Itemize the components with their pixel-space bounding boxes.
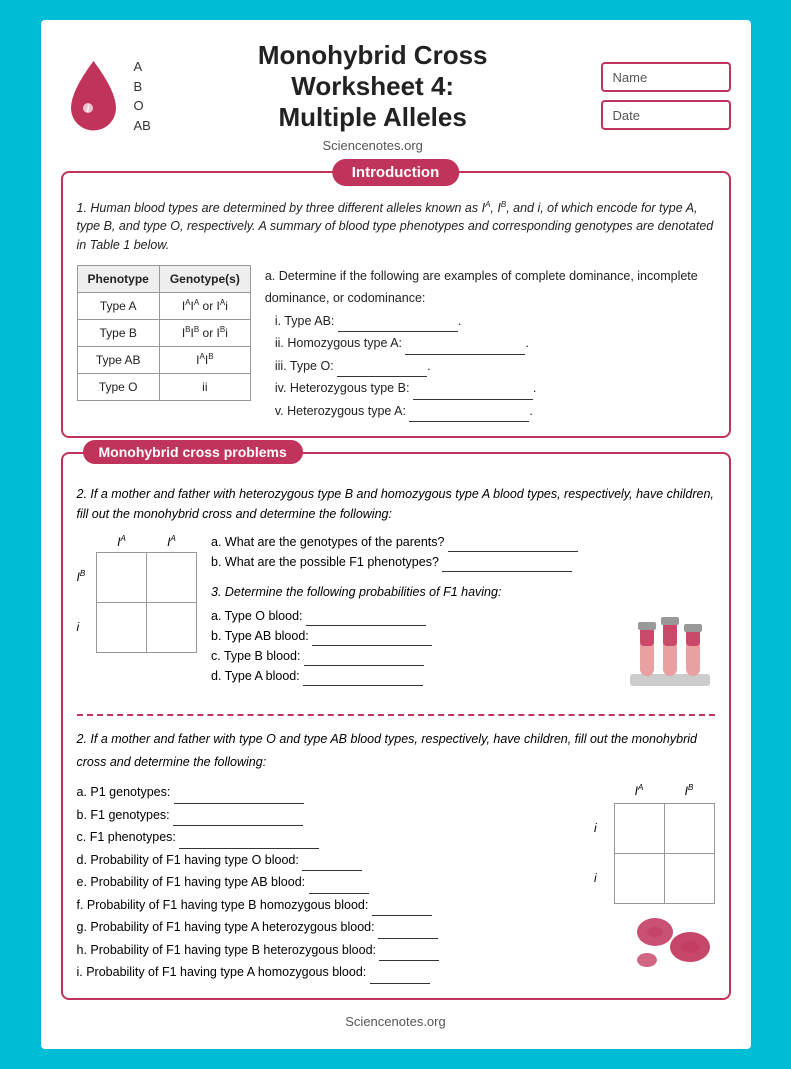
problem2-inner: a. P1 genotypes: b. F1 genotypes: c. F1 … bbox=[77, 781, 715, 984]
worksheet-title: Monohybrid Cross Worksheet 4: Multiple A… bbox=[161, 40, 585, 134]
q-type-a-blood: d. Type A blood: bbox=[211, 666, 432, 686]
q-prob-a-hetero: g. Probability of F1 having type A heter… bbox=[77, 916, 581, 939]
blood-cells-icon bbox=[635, 912, 715, 972]
phenotype-ab: Type AB bbox=[77, 346, 159, 373]
q-prob-o: d. Probability of F1 having type O blood… bbox=[77, 849, 581, 872]
problem2-text: 2. If a mother and father with type O an… bbox=[77, 728, 715, 773]
problem1b-text: 3. Determine the following probabilities… bbox=[211, 582, 715, 602]
svg-text:i: i bbox=[86, 104, 89, 115]
blood-type-o: O bbox=[134, 96, 151, 116]
dominance-header: a. Determine if the following are exampl… bbox=[265, 265, 715, 310]
table-row: Type AB IAIB bbox=[77, 346, 250, 373]
q-genotypes-parents: a. What are the genotypes of the parents… bbox=[211, 532, 715, 552]
intro-content: 1. Human blood types are determined by t… bbox=[77, 199, 715, 423]
problem1-text: 2. If a mother and father with heterozyg… bbox=[77, 484, 715, 524]
blood-type-b: B bbox=[134, 77, 151, 97]
blood-type-a: A bbox=[134, 57, 151, 77]
q-f1-phenotypes: b. What are the possible F1 phenotypes? bbox=[211, 552, 715, 572]
phenotype-a: Type A bbox=[77, 292, 159, 319]
q-prob-b-homo: f. Probability of F1 having type B homoz… bbox=[77, 894, 581, 917]
q-type-b-blood: c. Type B blood: bbox=[211, 646, 432, 666]
phenotype-table-wrapper: Phenotype Genotype(s) Type A IAIA or IAi… bbox=[77, 265, 251, 423]
q-heterozygous-b: iv. Heterozygous type B: . bbox=[275, 377, 715, 400]
genotype-b: IBIB or IBi bbox=[159, 319, 250, 346]
intro-header: Introduction bbox=[332, 159, 459, 186]
test-tubes-icon bbox=[625, 606, 715, 696]
prob-questions-row: a. Type O blood: b. Type AB blood: c. Ty… bbox=[211, 606, 715, 702]
intro-paragraph: 1. Human blood types are determined by t… bbox=[77, 199, 715, 255]
phenotype-b: Type B bbox=[77, 319, 159, 346]
mono-content: 2. If a mother and father with heterozyg… bbox=[77, 484, 715, 984]
problem2-questions: a. P1 genotypes: b. F1 genotypes: c. F1 … bbox=[77, 781, 581, 984]
footer-website: Sciencenotes.org bbox=[345, 1014, 445, 1029]
punnett1-wrapper: IA IA IB i bbox=[77, 532, 198, 702]
name-box[interactable]: Name bbox=[601, 62, 731, 92]
dominance-questions: a. Determine if the following are exampl… bbox=[265, 265, 715, 423]
intro-body: Phenotype Genotype(s) Type A IAIA or IAi… bbox=[77, 265, 715, 423]
problem2-block: 2. If a mother and father with type O an… bbox=[77, 714, 715, 984]
q-type-ab-blood: b. Type AB blood: bbox=[211, 626, 432, 646]
website-subtitle: Sciencenotes.org bbox=[161, 138, 585, 153]
q-f1-genotypes: b. F1 genotypes: bbox=[77, 804, 581, 827]
genotype-o: ii bbox=[159, 373, 250, 400]
q-heterozygous-a: v. Heterozygous type A: . bbox=[275, 400, 715, 423]
test-tubes-decoration bbox=[625, 606, 715, 702]
prob-questions: a. Type O blood: b. Type AB blood: c. Ty… bbox=[211, 606, 432, 702]
problem1-row: IA IA IB i bbox=[77, 532, 715, 702]
table-row: Type B IBIB or IBi bbox=[77, 319, 250, 346]
q-prob-b-hetero: h. Probability of F1 having type B heter… bbox=[77, 939, 581, 962]
monohybrid-section: Monohybrid cross problems 2. If a mother… bbox=[61, 452, 731, 1000]
q-homozygous-a: ii. Homozygous type A: . bbox=[275, 332, 715, 355]
punnett1-table: IA IA IB i bbox=[77, 532, 198, 653]
punnett2-area: IA IB i i bbox=[594, 781, 715, 984]
monohybrid-header: Monohybrid cross problems bbox=[83, 440, 303, 464]
worksheet-page: i A B O AB Monohybrid Cross Worksheet 4:… bbox=[41, 20, 751, 1049]
q-prob-a-homo: i. Probability of F1 having type A homoz… bbox=[77, 961, 581, 984]
name-date-block: Name Date bbox=[601, 62, 731, 130]
q-prob-ab: e. Probability of F1 having type AB bloo… bbox=[77, 871, 581, 894]
genotype-ab: IAIB bbox=[159, 346, 250, 373]
genotype-a: IAIA or IAi bbox=[159, 292, 250, 319]
page-header: i A B O AB Monohybrid Cross Worksheet 4:… bbox=[61, 40, 731, 153]
blood-type-labels: A B O AB bbox=[134, 57, 151, 135]
q-type-o: iii. Type O: . bbox=[275, 355, 715, 378]
phenotype-o: Type O bbox=[77, 373, 159, 400]
title-block: Monohybrid Cross Worksheet 4: Multiple A… bbox=[161, 40, 585, 153]
blood-type-ab: AB bbox=[134, 116, 151, 136]
table-header-genotype: Genotype(s) bbox=[159, 265, 250, 292]
problem1-questions: a. What are the genotypes of the parents… bbox=[211, 532, 715, 702]
date-box[interactable]: Date bbox=[601, 100, 731, 130]
logo-drop-icon: i bbox=[61, 56, 126, 136]
q-f1-phenotypes2: c. F1 phenotypes: bbox=[77, 826, 581, 849]
table-row: Type A IAIA or IAi bbox=[77, 292, 250, 319]
punnett2-table: IA IB i i bbox=[594, 781, 715, 904]
table-row: Type O ii bbox=[77, 373, 250, 400]
page-footer: Sciencenotes.org bbox=[61, 1014, 731, 1029]
q-type-ab: i. Type AB: . bbox=[275, 310, 715, 333]
q-p1-genotypes: a. P1 genotypes: bbox=[77, 781, 581, 804]
intro-section: Introduction 1. Human blood types are de… bbox=[61, 171, 731, 439]
blood-cells-decoration bbox=[635, 912, 715, 972]
table-header-phenotype: Phenotype bbox=[77, 265, 159, 292]
q-type-o-blood: a. Type O blood: bbox=[211, 606, 432, 626]
phenotype-table: Phenotype Genotype(s) Type A IAIA or IAi… bbox=[77, 265, 251, 401]
